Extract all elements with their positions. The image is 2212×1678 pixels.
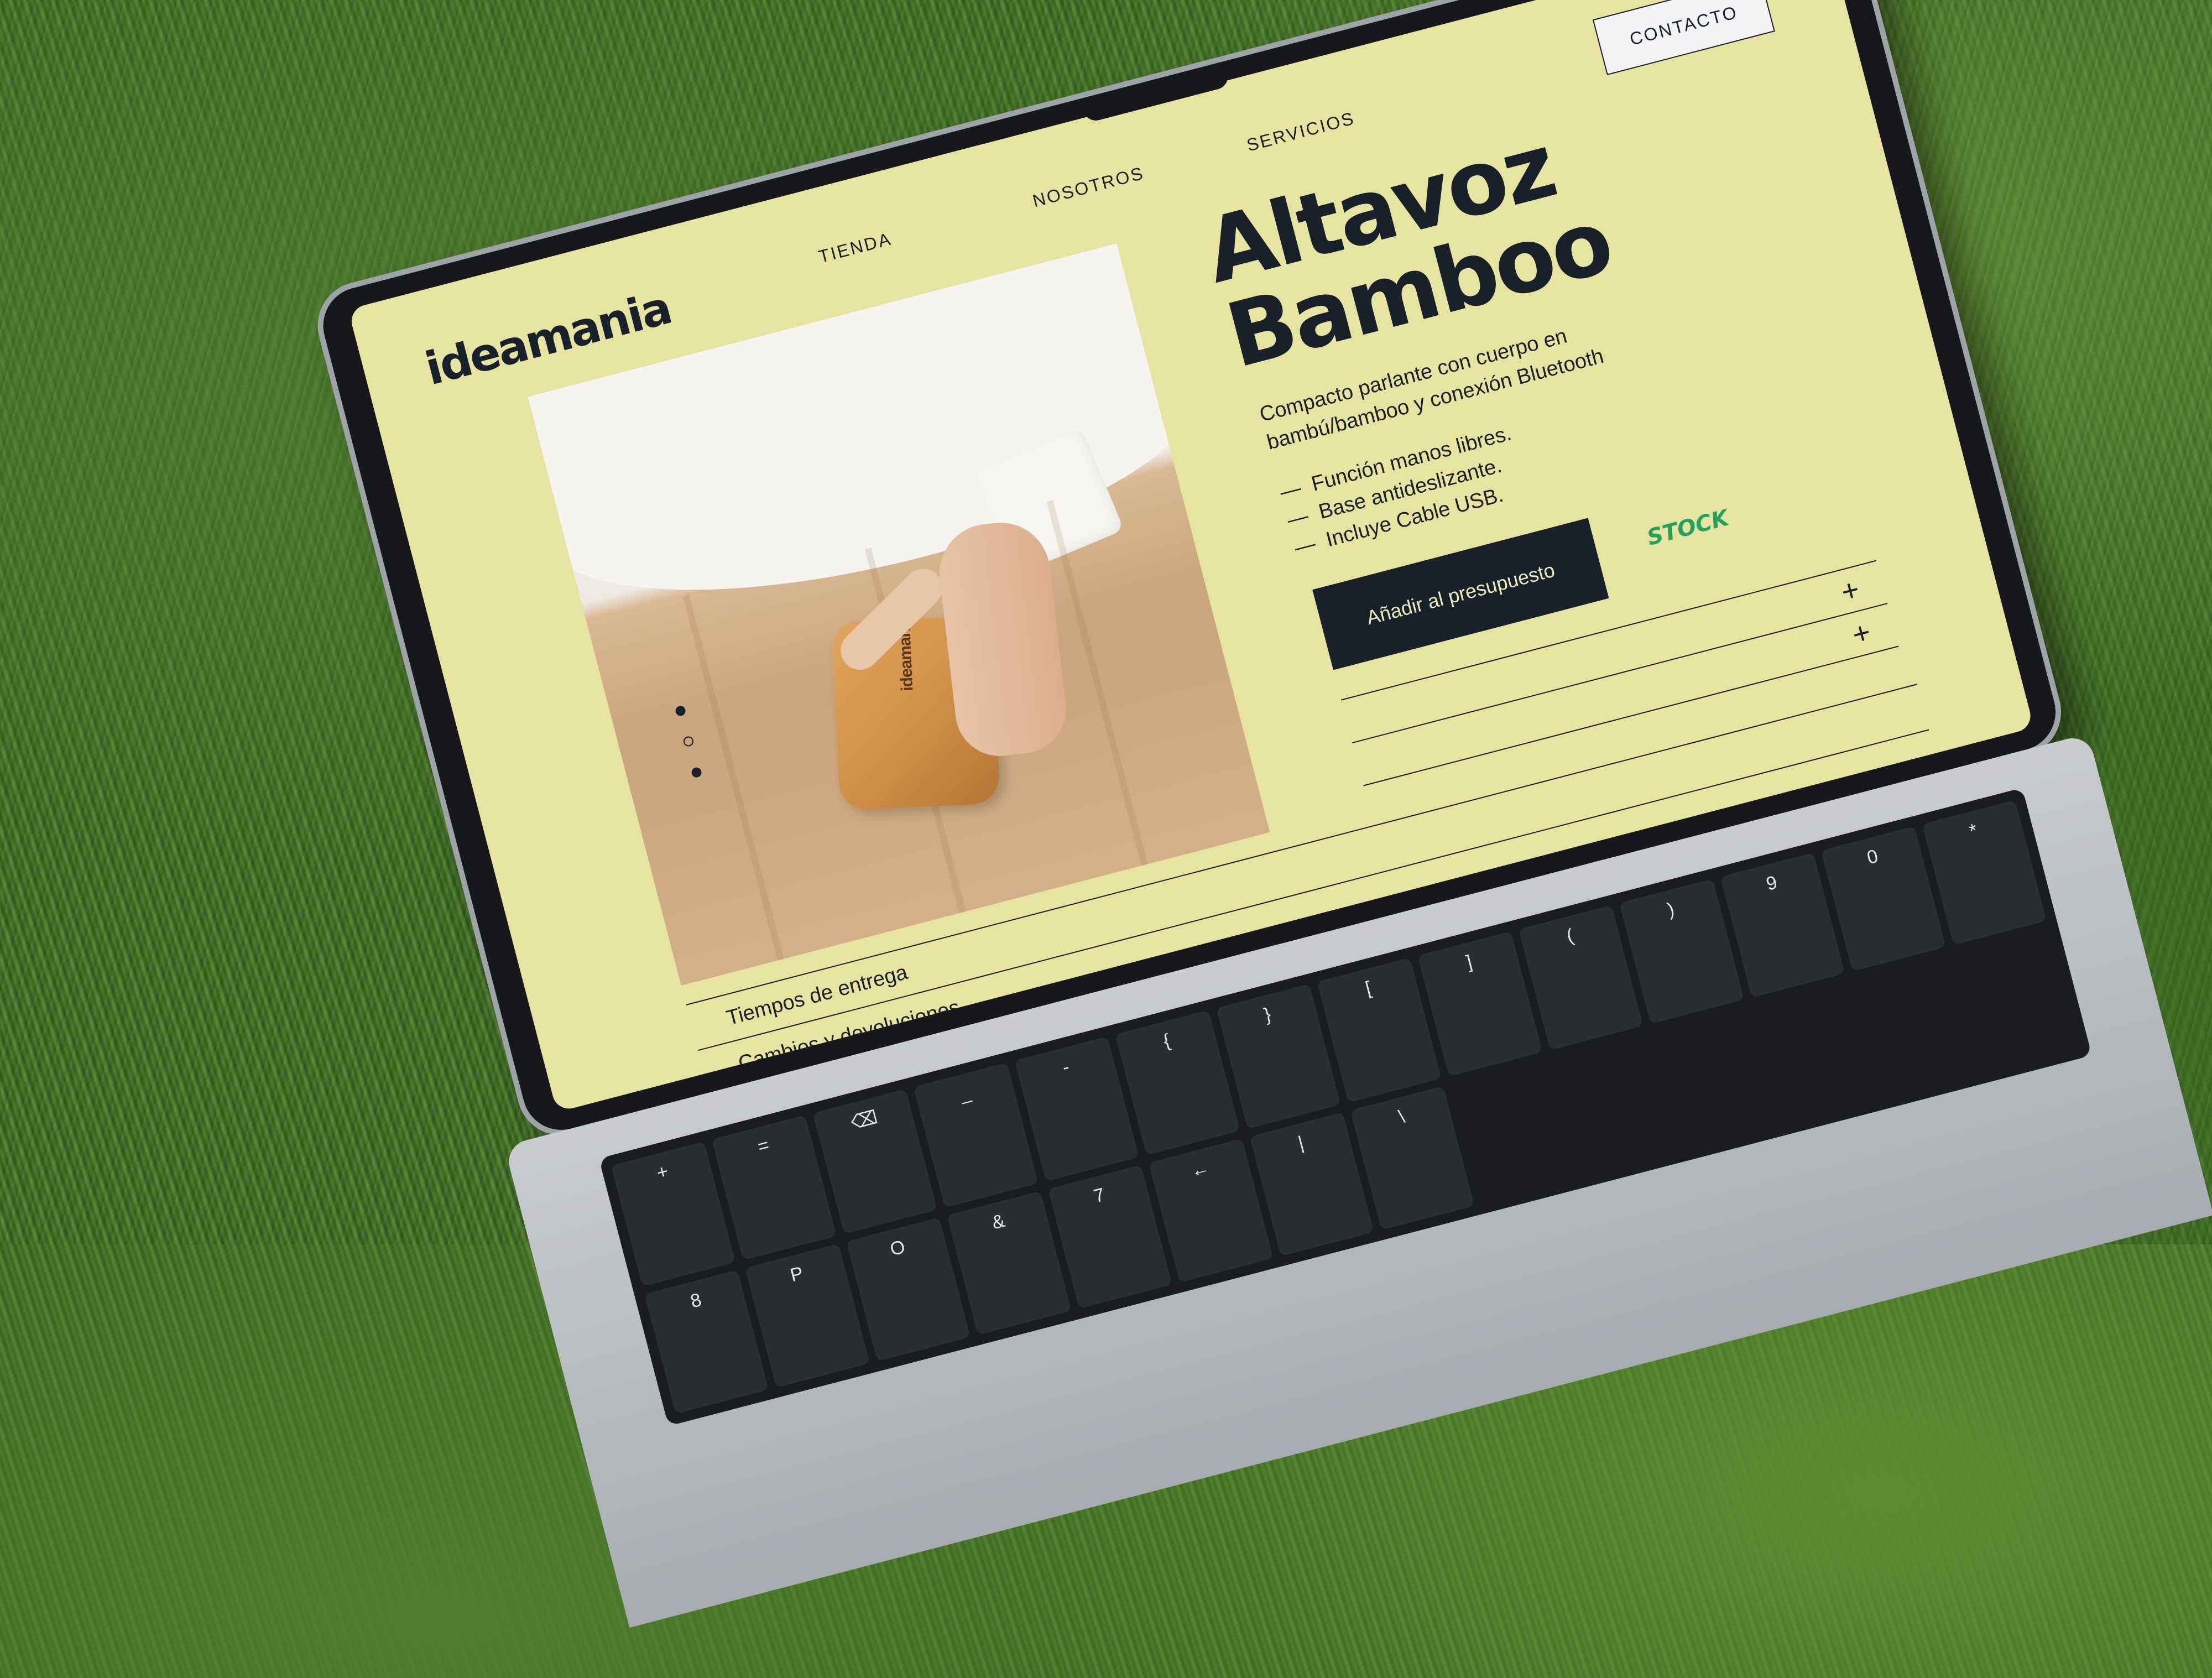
key[interactable]: + [611, 1141, 736, 1286]
key[interactable]: ← [1148, 1138, 1274, 1283]
key[interactable]: | [1249, 1112, 1374, 1257]
contact-button[interactable]: CONTACTO [1592, 0, 1775, 76]
key[interactable]: P [745, 1243, 870, 1388]
laptop-scene: ideamania TIENDA NOSOTROS SERVICIOS CONT… [0, 0, 2212, 1628]
key[interactable]: ( [1518, 905, 1644, 1050]
stock-badge: STOCK [1644, 505, 1731, 551]
key[interactable]: ⌫ [812, 1088, 938, 1234]
key[interactable]: 8 [644, 1269, 769, 1414]
divider [1363, 645, 1899, 786]
nav-item-tienda[interactable]: TIENDA [816, 228, 894, 267]
key[interactable]: ) [1619, 878, 1744, 1024]
key[interactable]: } [1215, 983, 1341, 1129]
key[interactable]: O [846, 1217, 971, 1362]
key[interactable]: 7 [1047, 1164, 1172, 1309]
key[interactable]: - [1014, 1036, 1139, 1181]
plus-icon[interactable]: + [1849, 616, 1874, 652]
key[interactable]: 9 [1720, 852, 1845, 998]
nav-item-servicios[interactable]: SERVICIOS [1245, 108, 1358, 155]
key[interactable]: { [1115, 1010, 1240, 1155]
key[interactable]: = [712, 1115, 837, 1260]
key[interactable]: & [947, 1190, 1072, 1336]
key[interactable]: ] [1417, 931, 1543, 1076]
trouser-pleat [682, 595, 790, 982]
nav-item-nosotros[interactable]: NOSOTROS [1030, 163, 1146, 211]
product-image: ideamania [528, 243, 1270, 986]
key[interactable]: [ [1317, 957, 1442, 1103]
key[interactable]: 0 [1820, 826, 1946, 971]
key[interactable]: \ [1350, 1085, 1475, 1231]
key[interactable]: * [1922, 800, 2047, 945]
key[interactable]: _ [913, 1062, 1039, 1208]
plus-icon[interactable]: + [1838, 572, 1863, 609]
